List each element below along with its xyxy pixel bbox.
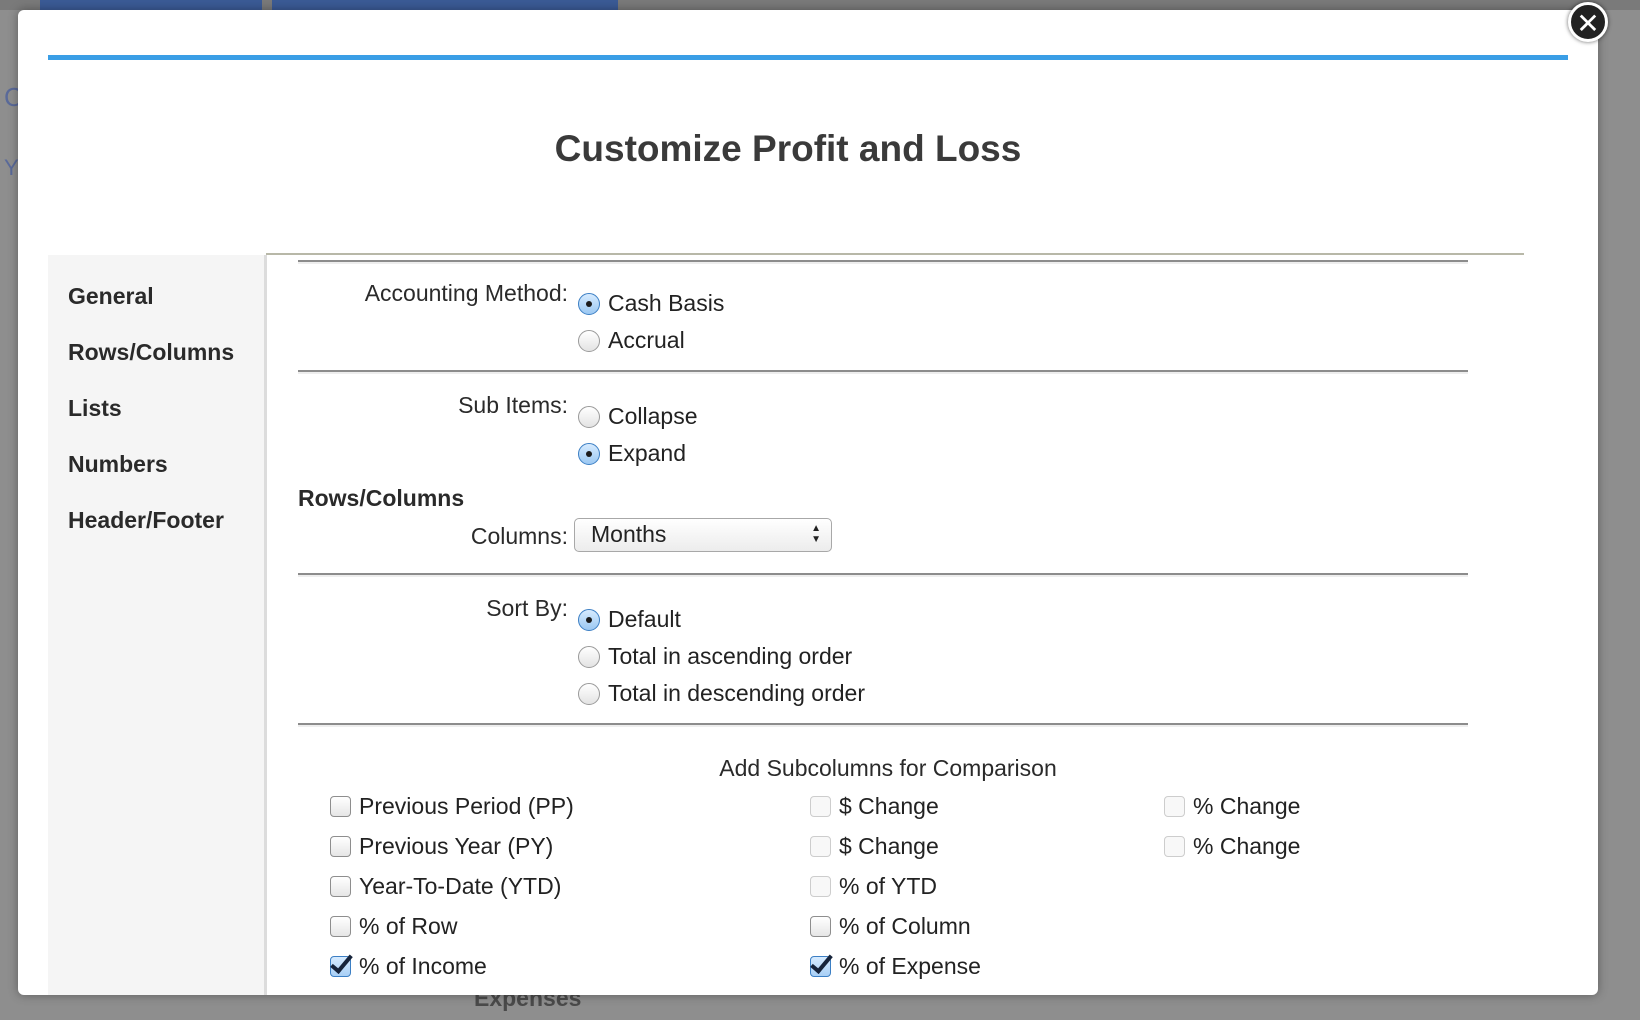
checkbox-py-percent-change[interactable]: % Change [1164,833,1300,860]
radio-label: Accrual [608,327,685,353]
checkbox-pp-dollar-change[interactable]: $ Change [810,793,939,820]
checkbox-checked-icon[interactable] [330,956,351,977]
checkbox-percent-of-ytd[interactable]: % of YTD [810,873,937,900]
sidebar-item-rows-columns[interactable]: Rows/Columns [68,339,234,366]
radio-sort-descending[interactable]: Total in descending order [578,680,865,707]
checkbox-py-dollar-change[interactable]: $ Change [810,833,939,860]
sidebar-item-general[interactable]: General [68,283,154,310]
radio-unselected-icon[interactable] [578,645,600,668]
radio-selected-icon[interactable] [578,442,600,465]
checkbox-icon[interactable] [810,796,831,817]
radio-label: Collapse [608,403,698,429]
checkbox-pp-percent-change[interactable]: % Change [1164,793,1300,820]
checkbox-percent-of-expense[interactable]: % of Expense [810,953,981,980]
checkbox-label: Year-To-Date (YTD) [359,873,562,899]
checkbox-previous-year[interactable]: Previous Year (PY) [330,833,553,860]
radio-label: Cash Basis [608,290,725,316]
checkbox-label: $ Change [839,793,939,819]
radio-unselected-icon[interactable] [578,682,600,705]
checkbox-label: % of Expense [839,953,981,979]
background-save-button [272,0,618,10]
comparison-title: Add Subcolumns for Comparison [719,755,1057,781]
checkbox-icon[interactable] [810,836,831,857]
close-icon[interactable]: ✕ [1568,2,1608,42]
checkbox-label: % of Income [359,953,487,979]
checkbox-percent-of-income[interactable]: % of Income [330,953,487,980]
radio-selected-icon[interactable] [578,292,600,315]
sidebar-nav: General Rows/Columns Lists Numbers Heade… [48,255,267,995]
radio-cash-basis[interactable]: Cash Basis [578,290,724,317]
checkbox-label: % of Column [839,913,971,939]
radio-label: Expand [608,440,687,466]
rows-columns-heading: Rows/Columns [298,485,465,511]
accounting-method-label: Accounting Method: [364,280,568,306]
checkbox-label: Previous Period (PP) [359,793,574,819]
checkbox-icon[interactable] [330,876,351,897]
checkbox-icon[interactable] [330,836,351,857]
checkbox-checked-icon[interactable] [810,956,831,977]
radio-collapse[interactable]: Collapse [578,403,698,430]
sidebar-item-numbers[interactable]: Numbers [68,451,168,478]
checkbox-label: % Change [1193,793,1301,819]
checkbox-percent-of-column[interactable]: % of Column [810,913,971,940]
radio-label: Total in descending order [608,680,865,706]
checkbox-icon[interactable] [1164,836,1185,857]
checkbox-icon[interactable] [810,916,831,937]
checkbox-year-to-date[interactable]: Year-To-Date (YTD) [330,873,561,900]
checkbox-label: % of Row [359,913,458,939]
background-export-button [40,0,262,10]
sort-by-label: Sort By: [486,595,568,621]
customize-dialog: Customize Profit and Loss General Rows/C… [18,10,1598,995]
columns-select[interactable]: Months ▲ ▼ [574,518,832,552]
checkbox-icon[interactable] [330,916,351,937]
radio-unselected-icon[interactable] [578,405,600,428]
sidebar-item-lists[interactable]: Lists [68,395,122,422]
radio-accrual[interactable]: Accrual [578,327,685,354]
sidebar-item-header-footer[interactable]: Header/Footer [68,507,224,534]
section-divider [298,723,1468,725]
checkbox-label: Previous Year (PY) [359,833,554,859]
background-letter: Y [4,155,19,180]
radio-expand[interactable]: Expand [578,440,686,467]
sub-items-label: Sub Items: [458,392,568,418]
checkbox-previous-period[interactable]: Previous Period (PP) [330,793,574,820]
checkbox-icon[interactable] [810,876,831,897]
columns-select-value: Months [591,521,667,547]
radio-label: Total in ascending order [608,643,853,669]
columns-label: Columns: [470,523,568,549]
radio-sort-ascending[interactable]: Total in ascending order [578,643,852,670]
dialog-title: Customize Profit and Loss [554,128,1022,169]
radio-selected-icon[interactable] [578,608,600,631]
dialog-accent-rule [48,55,1568,60]
radio-unselected-icon[interactable] [578,329,600,352]
section-divider [298,573,1468,575]
checkbox-percent-of-row[interactable]: % of Row [330,913,457,940]
content-top-divider [266,253,1524,255]
radio-sort-default[interactable]: Default [578,606,681,633]
select-arrows-icon: ▲ ▼ [811,523,821,545]
radio-label: Default [608,606,681,632]
checkbox-label: $ Change [839,833,939,859]
section-divider [298,370,1468,372]
checkbox-icon[interactable] [1164,796,1185,817]
checkbox-label: % Change [1193,833,1301,859]
checkbox-label: % of YTD [839,873,937,899]
section-divider [298,260,1468,262]
checkbox-icon[interactable] [330,796,351,817]
